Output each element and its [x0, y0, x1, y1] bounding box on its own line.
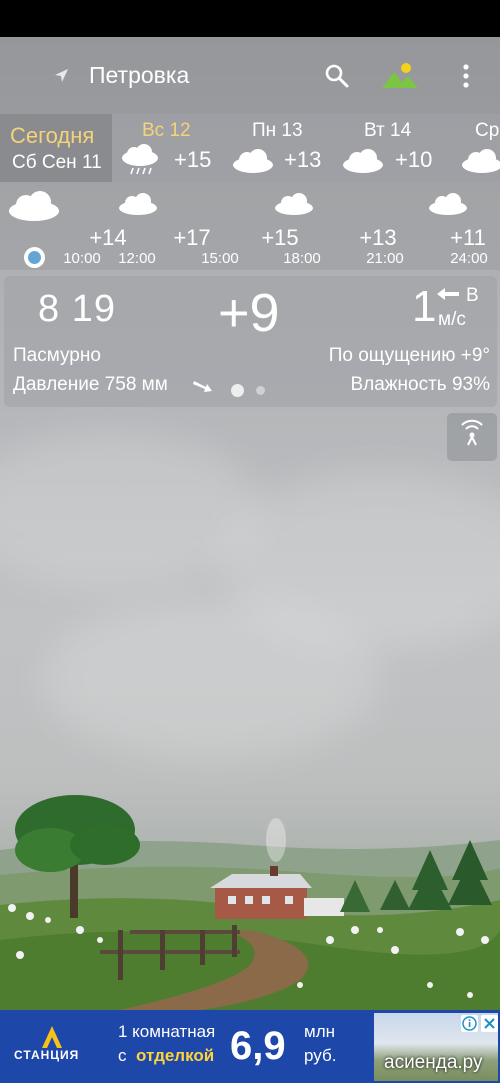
status-bar — [0, 0, 500, 37]
search-icon[interactable] — [323, 62, 351, 90]
more-vert-icon[interactable] — [458, 62, 474, 90]
day-tab-wednesday[interactable]: Ср — [448, 114, 500, 182]
day-name: Ср — [475, 120, 500, 141]
day-name: Пн 13 — [252, 120, 303, 141]
day-name: Вс 12 — [142, 120, 191, 141]
hourly-time: 10:00 — [63, 250, 101, 267]
current-temperature: +9 — [218, 283, 280, 343]
ad-brand[interactable]: СТАНЦИЯ — [14, 1048, 79, 1062]
day-temp: +15 — [174, 147, 212, 172]
day-temp: +10 — [395, 147, 433, 172]
humidity: Влажность 93% — [350, 374, 490, 395]
ad-info-icon[interactable] — [461, 1015, 478, 1032]
ad-price[interactable]: 6,9 — [230, 1024, 286, 1069]
pressure: Давление 758 мм — [13, 374, 168, 395]
ad-domain[interactable]: асиенда.ру — [384, 1052, 483, 1074]
weather-screen: Петровка Сегодня Сб Сен 11 Вс 12 +15 Пн … — [0, 0, 500, 1083]
cloud-icon — [233, 149, 273, 173]
cloud-icon — [429, 193, 467, 215]
day-tab-sunday[interactable]: Вс 12 +15 — [112, 114, 228, 182]
rain-cloud-icon — [122, 144, 158, 175]
top-bar — [0, 37, 500, 114]
hourly-time: 24:00 — [450, 250, 488, 267]
ad-text-line1[interactable]: 1 комнатная — [118, 1022, 215, 1042]
current-time-marker — [24, 247, 45, 268]
cloud-icon — [119, 193, 157, 215]
landscape-picker-icon[interactable] — [380, 60, 420, 92]
day-tab-tuesday[interactable]: Вт 14 +10 — [338, 114, 448, 182]
condition-text: Пасмурно — [13, 345, 101, 366]
hourly-time: 15:00 — [201, 250, 239, 267]
wind-speed: 1 — [412, 282, 437, 331]
broadcast-icon — [461, 419, 483, 446]
current-time: 8 19 — [38, 288, 116, 330]
hourly-time: 18:00 — [283, 250, 321, 267]
day-tab-today[interactable]: Сегодня Сб Сен 11 — [0, 114, 112, 182]
close-icon[interactable] — [481, 1015, 498, 1032]
ad-currency[interactable]: руб. — [304, 1046, 336, 1066]
wind-unit: м/с — [438, 309, 466, 330]
ad-price-unit[interactable]: млн — [304, 1022, 335, 1042]
hourly-temp: +14 — [89, 225, 127, 250]
day-date: Сб Сен 11 — [12, 152, 102, 173]
hourly-temp: +11 — [450, 225, 486, 250]
pressure-trend-icon — [193, 381, 212, 392]
ad-brand-logo-icon[interactable] — [12, 1018, 92, 1074]
cloud-icon — [462, 149, 500, 173]
pager-dot-active[interactable] — [231, 384, 244, 397]
hourly-time: 21:00 — [366, 250, 404, 267]
cloud-icon — [9, 191, 59, 221]
wind-direction: В — [466, 285, 479, 306]
day-temp: +13 — [284, 147, 322, 172]
feels-like: По ощущению +9° — [328, 345, 490, 366]
hourly-time: 12:00 — [118, 250, 156, 267]
landscape-illustration — [0, 795, 500, 1010]
ad-text-prefix[interactable]: с — [118, 1046, 127, 1066]
pager-dot[interactable] — [256, 386, 265, 395]
sky-cloud — [40, 600, 380, 760]
day-name: Сегодня — [10, 123, 95, 148]
ad-text-highlight[interactable]: отделкой — [136, 1046, 214, 1066]
hourly-temp: +17 — [173, 225, 211, 250]
day-name: Вт 14 — [364, 120, 412, 141]
hourly-temp: +15 — [261, 225, 299, 250]
cloud-icon — [275, 193, 313, 215]
radar-button[interactable] — [447, 413, 497, 461]
cloud-icon — [343, 149, 383, 173]
location-name[interactable]: Петровка — [89, 62, 189, 89]
hourly-temp: +13 — [359, 225, 397, 250]
day-tab-monday[interactable]: Пн 13 +13 — [228, 114, 338, 182]
location-arrow-icon[interactable] — [52, 67, 70, 85]
wind-direction-icon — [437, 288, 459, 300]
